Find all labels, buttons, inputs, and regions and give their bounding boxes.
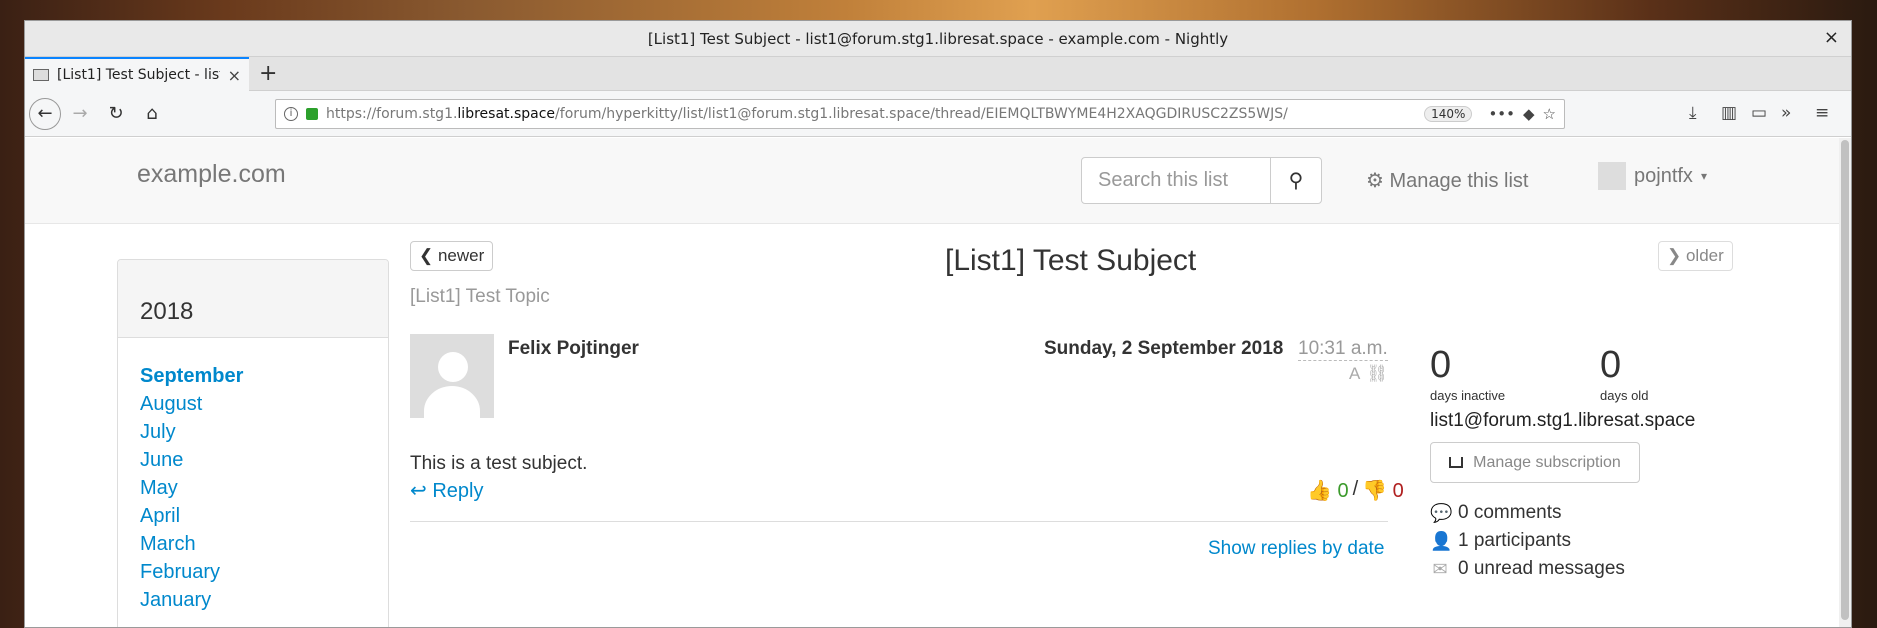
days-old-value: 0: [1600, 344, 1622, 386]
month-item[interactable]: April: [140, 502, 388, 530]
month-item[interactable]: March: [140, 530, 388, 558]
manage-subscription-button[interactable]: Manage subscription: [1430, 442, 1640, 483]
envelope-icon: ✉: [1432, 558, 1448, 579]
page-scrollbar[interactable]: [1839, 138, 1851, 627]
like-button[interactable]: 👍 0: [1307, 478, 1349, 503]
participants-label: 1 participants: [1458, 530, 1572, 551]
browser-window: [List1] Test Subject - list1@forum.stg1.…: [24, 20, 1852, 628]
favicon-icon: [33, 69, 49, 81]
search-icon: ⚲: [1288, 170, 1304, 192]
window-title: [List1] Test Subject - list1@forum.stg1.…: [647, 29, 1229, 48]
page-actions-icon[interactable]: •••: [1488, 105, 1515, 123]
email-body: This is a test subject.: [410, 453, 588, 474]
site-brand[interactable]: example.com: [137, 160, 286, 189]
newer-thread-button[interactable]: ❮ newer: [410, 241, 494, 271]
email-date: Sunday, 2 September 2018: [1044, 338, 1284, 359]
thread-topic: [List1] Test Topic: [410, 286, 550, 307]
sender-name: Felix Pojtinger: [508, 338, 639, 359]
tab-close-icon[interactable]: ×: [228, 66, 241, 85]
permalink-icon[interactable]: ⛓: [1366, 364, 1388, 384]
comments-count: 💬 0 comments: [1430, 502, 1561, 524]
month-item[interactable]: June: [140, 446, 388, 474]
site-header: example.com ⚲ ⚙ Manage this list pojntfx…: [25, 138, 1851, 224]
participants-count: 👤 1 participants: [1430, 530, 1571, 552]
month-item[interactable]: September: [140, 362, 388, 390]
url-text[interactable]: https://forum.stg1.libresat.space/forum/…: [326, 106, 1416, 122]
list-address[interactable]: list1@forum.stg1.libresat.space: [1430, 410, 1695, 432]
url-bar[interactable]: i https://forum.stg1.libresat.space/foru…: [275, 99, 1565, 129]
search-input[interactable]: [1081, 157, 1271, 204]
avatar: [1598, 162, 1626, 190]
month-item[interactable]: February: [140, 558, 388, 586]
user-icon: 👤: [1430, 530, 1453, 551]
email-tools: A ⛓: [1349, 364, 1388, 384]
caret-down-icon: ▾: [1700, 169, 1707, 183]
days-inactive-label: days inactive: [1430, 388, 1506, 403]
older-thread-button[interactable]: ❯ older: [1658, 241, 1733, 271]
zoom-indicator[interactable]: 140%: [1424, 106, 1473, 122]
comments-label: 0 comments: [1458, 502, 1562, 523]
gear-icon: ⚙: [1366, 170, 1384, 192]
downloads-icon[interactable]: ⤓: [1689, 103, 1697, 123]
tab-title: [List1] Test Subject - list1: [57, 67, 220, 83]
unread-count: ✉ 0 unread messages: [1430, 558, 1625, 580]
navigation-toolbar: ← → ↻ ⌂ i https://forum.stg1.libresat.sp…: [25, 91, 1851, 137]
sender-avatar: [410, 334, 494, 418]
window-titlebar: [List1] Test Subject - list1@forum.stg1.…: [25, 21, 1851, 57]
manage-list-link[interactable]: ⚙ Manage this list: [1366, 168, 1528, 193]
inbox-icon: [1449, 457, 1464, 468]
vote-separator: /: [1352, 478, 1359, 500]
month-list: September August July June May April Mar…: [118, 338, 388, 614]
vote-box: 👍 0 / 👎 0: [1307, 478, 1404, 503]
reload-icon[interactable]: ↻: [101, 99, 131, 129]
manage-subscription-label: Manage subscription: [1473, 453, 1621, 471]
sidebar-icon[interactable]: ▭: [1751, 103, 1767, 123]
days-inactive-value: 0: [1430, 344, 1452, 386]
url-path: /forum/hyperkitty/list/list1@forum.stg1.…: [555, 106, 1288, 122]
month-item[interactable]: July: [140, 418, 388, 446]
url-prefix: https://forum.stg1.: [326, 106, 458, 122]
fixed-font-icon[interactable]: A: [1349, 364, 1360, 384]
thread-title: [List1] Test Subject: [945, 244, 1197, 277]
dislike-button[interactable]: 👎 0: [1362, 478, 1404, 503]
url-host: libresat.space: [457, 106, 556, 122]
lock-icon[interactable]: [306, 108, 318, 120]
search-button[interactable]: ⚲: [1270, 157, 1322, 204]
home-icon[interactable]: ⌂: [137, 99, 167, 129]
tab-strip: [List1] Test Subject - list1 × +: [25, 57, 1851, 91]
back-icon[interactable]: ←: [29, 98, 61, 130]
month-item[interactable]: August: [140, 390, 388, 418]
forward-icon[interactable]: →: [65, 99, 95, 129]
month-item[interactable]: May: [140, 474, 388, 502]
overflow-menu-icon[interactable]: »: [1781, 103, 1791, 123]
tab-active[interactable]: [List1] Test Subject - list1 ×: [25, 57, 249, 91]
scrollbar-thumb[interactable]: [1841, 140, 1849, 620]
bookmark-star-icon[interactable]: ☆: [1543, 105, 1556, 123]
username: pojntfx: [1634, 164, 1693, 187]
month-item[interactable]: January: [140, 586, 388, 614]
avatar-head-shape: [438, 352, 468, 382]
new-tab-icon[interactable]: +: [259, 61, 277, 86]
page-content: example.com ⚲ ⚙ Manage this list pojntfx…: [25, 138, 1851, 627]
show-replies-by-date-link[interactable]: Show replies by date: [1208, 538, 1384, 560]
manage-list-label: Manage this list: [1389, 170, 1529, 192]
window-close-icon[interactable]: ×: [1824, 27, 1839, 48]
days-old-label: days old: [1600, 388, 1649, 403]
comment-icon: 💬: [1430, 502, 1453, 523]
site-info-icon[interactable]: i: [284, 107, 298, 121]
user-menu[interactable]: pojntfx ▾: [1598, 162, 1707, 190]
unread-label: 0 unread messages: [1458, 558, 1625, 579]
divider: [410, 521, 1388, 522]
archive-sidebar: 2018 September August July June May Apri…: [117, 259, 389, 627]
hamburger-menu-icon[interactable]: ≡: [1815, 103, 1829, 123]
avatar-body-shape: [424, 386, 480, 418]
email-time: 10:31 a.m.: [1298, 338, 1388, 361]
reply-link[interactable]: ↩ Reply: [410, 478, 483, 503]
pocket-icon[interactable]: ◆: [1523, 105, 1535, 123]
archive-year[interactable]: 2018: [118, 260, 388, 338]
library-icon[interactable]: ▥: [1721, 103, 1737, 123]
